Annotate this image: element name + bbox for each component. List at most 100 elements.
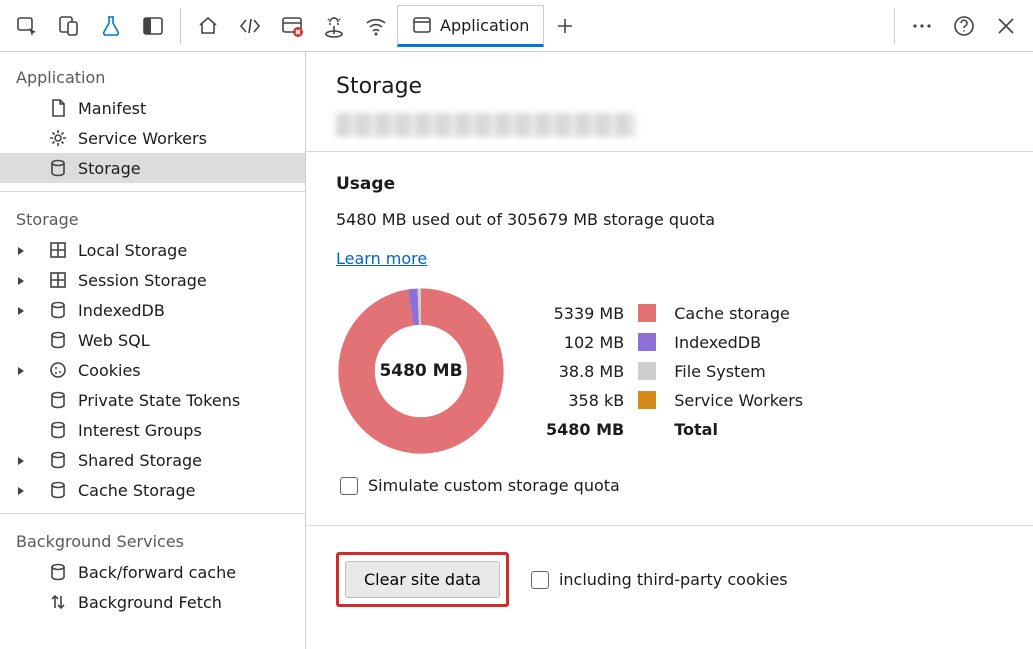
sidebar-divider (0, 191, 305, 192)
sidebar-item-label: Web SQL (78, 331, 150, 350)
table-icon (48, 270, 68, 290)
sidebar-divider (0, 513, 305, 514)
database-icon (48, 420, 68, 440)
sidebar-section-background: Background Services (0, 522, 305, 557)
sidebar-item-label: Shared Storage (78, 451, 202, 470)
sort-arrows-icon (48, 592, 68, 612)
database-icon (48, 158, 68, 178)
page-title: Storage (336, 74, 1003, 99)
cookie-icon (48, 360, 68, 380)
toolbar-separator (180, 8, 181, 44)
document-icon (48, 98, 68, 118)
legend-total-label: Total (674, 420, 803, 439)
usage-heading: Usage (336, 174, 1003, 194)
legend-value: 358 kB (546, 391, 624, 410)
sidebar-item-label: Local Storage (78, 241, 187, 260)
database-icon (48, 300, 68, 320)
table-icon (48, 240, 68, 260)
caret-right-icon (16, 241, 30, 260)
legend-name: File System (674, 362, 803, 381)
sidebar-item-local-storage[interactable]: Local Storage (0, 235, 305, 265)
application-sidebar: Application Manifest Service Workers Sto… (0, 52, 306, 649)
simulate-quota-label: Simulate custom storage quota (368, 476, 620, 495)
dock-side-button[interactable] (132, 5, 174, 47)
usage-legend: 5339 MB Cache storage 102 MB IndexedDB 3… (546, 304, 803, 439)
legend-total-value: 5480 MB (546, 420, 624, 439)
database-icon (48, 562, 68, 582)
sidebar-item-shared-storage[interactable]: Shared Storage (0, 445, 305, 475)
simulate-quota-checkbox[interactable] (340, 477, 358, 495)
clear-site-data-button[interactable]: Clear site data (345, 561, 500, 598)
caret-right-icon (16, 271, 30, 290)
sidebar-item-label: Background Fetch (78, 593, 222, 612)
close-devtools-button[interactable] (985, 5, 1027, 47)
section-divider (306, 151, 1033, 152)
gear-icon (48, 128, 68, 148)
network-tab-button[interactable] (355, 5, 397, 47)
sidebar-item-label: Storage (78, 159, 141, 178)
caret-right-icon (16, 361, 30, 380)
sidebar-section-storage: Storage (0, 200, 305, 235)
experiments-button[interactable] (90, 5, 132, 47)
device-toggle-button[interactable] (48, 5, 90, 47)
legend-name: Cache storage (674, 304, 803, 323)
application-tab[interactable]: Application (397, 5, 544, 47)
third-party-cookies-label: including third-party cookies (559, 570, 788, 589)
storage-pane: Storage Usage 5480 MB used out of 305679… (306, 52, 1033, 649)
caret-right-icon (16, 451, 30, 470)
application-tab-label: Application (440, 16, 529, 35)
legend-swatch (638, 333, 656, 351)
welcome-tab-button[interactable] (187, 5, 229, 47)
sidebar-item-label: Session Storage (78, 271, 207, 290)
sidebar-item-indexeddb[interactable]: IndexedDB (0, 295, 305, 325)
sidebar-item-label: Cookies (78, 361, 141, 380)
usage-donut-chart: 5480 MB (336, 286, 506, 456)
new-tab-button[interactable] (544, 5, 586, 47)
third-party-cookies-checkbox[interactable] (531, 571, 549, 589)
elements-tab-button[interactable] (229, 5, 271, 47)
legend-swatch (638, 362, 656, 380)
section-divider (306, 525, 1033, 526)
help-button[interactable] (943, 5, 985, 47)
sidebar-item-interest-groups[interactable]: Interest Groups (0, 415, 305, 445)
legend-swatch (638, 391, 656, 409)
toolbar-separator (894, 8, 895, 44)
learn-more-link[interactable]: Learn more (336, 249, 427, 268)
database-icon (48, 330, 68, 350)
sidebar-item-private-state-tokens[interactable]: Private State Tokens (0, 385, 305, 415)
sidebar-item-label: Interest Groups (78, 421, 202, 440)
sidebar-item-label: Manifest (78, 99, 146, 118)
legend-value: 102 MB (546, 333, 624, 352)
more-tools-button[interactable] (901, 5, 943, 47)
sidebar-item-websql[interactable]: Web SQL (0, 325, 305, 355)
sidebar-item-manifest[interactable]: Manifest (0, 93, 305, 123)
sidebar-item-service-workers[interactable]: Service Workers (0, 123, 305, 153)
application-icon (412, 15, 432, 35)
legend-value: 5339 MB (546, 304, 624, 323)
origin-label-redacted (336, 113, 636, 137)
sidebar-section-application: Application (0, 58, 305, 93)
sidebar-item-label: Private State Tokens (78, 391, 240, 410)
database-icon (48, 480, 68, 500)
legend-name: IndexedDB (674, 333, 803, 352)
legend-value: 38.8 MB (546, 362, 624, 381)
usage-text: 5480 MB used out of 305679 MB storage qu… (336, 210, 1003, 229)
sidebar-item-label: Cache Storage (78, 481, 195, 500)
console-tab-button[interactable] (271, 5, 313, 47)
sources-tab-button[interactable] (313, 5, 355, 47)
sidebar-item-storage[interactable]: Storage (0, 153, 305, 183)
sidebar-item-label: Back/forward cache (78, 563, 236, 582)
sidebar-item-label: IndexedDB (78, 301, 165, 320)
caret-right-icon (16, 481, 30, 500)
legend-name: Service Workers (674, 391, 803, 410)
devtools-toolbar: Application (0, 0, 1033, 52)
database-icon (48, 390, 68, 410)
sidebar-item-bfcache[interactable]: Back/forward cache (0, 557, 305, 587)
caret-right-icon (16, 301, 30, 320)
sidebar-item-cache-storage[interactable]: Cache Storage (0, 475, 305, 505)
sidebar-item-background-fetch[interactable]: Background Fetch (0, 587, 305, 617)
inspect-element-button[interactable] (6, 5, 48, 47)
sidebar-item-cookies[interactable]: Cookies (0, 355, 305, 385)
donut-center-label: 5480 MB (336, 286, 506, 456)
sidebar-item-session-storage[interactable]: Session Storage (0, 265, 305, 295)
